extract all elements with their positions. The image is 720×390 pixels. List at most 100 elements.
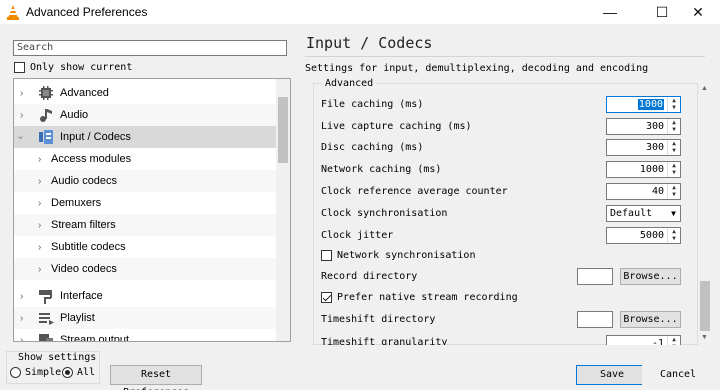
record-browse-button[interactable]: Browse... bbox=[620, 268, 681, 285]
tree-item-subtitle-codecs[interactable]: › Subtitle codecs bbox=[14, 236, 278, 258]
dropdown-arrow-icon[interactable]: ▼ bbox=[671, 206, 676, 221]
tree-item-interface[interactable]: › Interface bbox=[14, 285, 278, 307]
scroll-up-icon[interactable]: ▲ bbox=[701, 85, 708, 92]
chevron-right-icon[interactable]: › bbox=[38, 154, 41, 165]
spinbox-value[interactable]: 300 bbox=[646, 121, 664, 132]
spinbox-value[interactable]: 1000 bbox=[637, 99, 664, 110]
simple-radio[interactable]: Simple bbox=[10, 367, 61, 378]
tree-item-playlist[interactable]: › Playlist bbox=[14, 307, 278, 329]
chevron-right-icon[interactable]: › bbox=[38, 198, 41, 209]
tree-item-advanced[interactable]: › Advanced bbox=[14, 82, 278, 104]
chevron-right-icon[interactable]: › bbox=[20, 313, 23, 324]
scrollbar-thumb[interactable] bbox=[278, 97, 288, 163]
radio-circle[interactable] bbox=[62, 367, 73, 378]
tree-item-audio[interactable]: › Audio bbox=[14, 104, 278, 126]
network-caching-label: Network caching (ms) bbox=[321, 164, 442, 175]
category-tree[interactable]: › Advanced › Audio › Input / Codecs › Ac… bbox=[13, 78, 291, 342]
tree-item-label: Interface bbox=[60, 290, 103, 302]
options-scrollbar[interactable]: ▲ ▼ bbox=[698, 83, 712, 345]
tree-item-audio-codecs[interactable]: › Audio codecs bbox=[14, 170, 278, 192]
scroll-down-icon[interactable]: ▼ bbox=[701, 334, 708, 341]
section-subtitle: Settings for input, demultiplexing, deco… bbox=[305, 63, 649, 74]
tree-item-demuxers[interactable]: › Demuxers bbox=[14, 192, 278, 214]
tree-item-access-modules[interactable]: › Access modules bbox=[14, 148, 278, 170]
chevron-down-icon[interactable]: › bbox=[15, 135, 26, 138]
spin-arrows-icon[interactable]: ▲▼ bbox=[667, 162, 680, 177]
clipped-row-container: Timeshift granularity -1 ▲▼ bbox=[313, 332, 698, 345]
spinbox-value[interactable]: 1000 bbox=[640, 164, 664, 175]
spinbox-value[interactable]: -1 bbox=[652, 338, 664, 345]
reset-preferences-button[interactable]: Reset Preferences bbox=[110, 365, 202, 390]
prefer-native-checkbox[interactable]: Prefer native stream recording bbox=[321, 292, 518, 303]
close-button[interactable]: ✕ bbox=[676, 0, 720, 24]
checkbox-box[interactable] bbox=[14, 62, 25, 73]
group-label: Advanced bbox=[322, 78, 377, 89]
clock-ref-avg-spinbox[interactable]: 40 ▲ ▼ bbox=[606, 183, 681, 200]
chevron-right-icon[interactable]: › bbox=[38, 220, 41, 231]
disc-caching-spinbox[interactable]: 300 ▲ ▼ bbox=[606, 139, 681, 156]
radio-circle[interactable] bbox=[10, 367, 21, 378]
timeshift-directory-input[interactable] bbox=[577, 311, 613, 328]
select-value[interactable]: Default bbox=[610, 208, 652, 219]
live-capture-caching-spinbox[interactable]: 300 ▲ ▼ bbox=[606, 118, 681, 135]
record-directory-input[interactable] bbox=[577, 268, 613, 285]
minimize-button[interactable]: — bbox=[588, 0, 632, 24]
network-sync-label: Network synchronisation bbox=[337, 250, 476, 261]
clock-jitter-spinbox[interactable]: 5000 ▲ ▼ bbox=[606, 227, 681, 244]
spin-arrows-icon[interactable]: ▲▼ bbox=[667, 119, 680, 134]
paint-roller-icon bbox=[39, 290, 52, 304]
section-title: Input / Codecs bbox=[306, 34, 433, 52]
clock-sync-select[interactable]: Default ▼ bbox=[606, 205, 681, 222]
scrollbar-thumb[interactable] bbox=[700, 281, 710, 331]
all-radio[interactable]: All bbox=[62, 367, 95, 378]
chevron-right-icon[interactable]: › bbox=[38, 242, 41, 253]
network-sync-checkbox[interactable]: Network synchronisation bbox=[321, 250, 475, 261]
chevron-right-icon[interactable]: › bbox=[20, 88, 23, 99]
only-show-current-checkbox[interactable]: Only show current bbox=[14, 62, 132, 73]
chip-icon bbox=[39, 86, 53, 100]
spin-arrows-icon[interactable]: ▲▼ bbox=[667, 184, 680, 199]
spinbox-value[interactable]: 40 bbox=[652, 186, 664, 197]
tree-item-stream-output[interactable]: › Stream output bbox=[14, 329, 278, 342]
timeshift-browse-button[interactable]: Browse... bbox=[620, 311, 681, 328]
music-note-icon bbox=[40, 109, 52, 122]
prefer-native-label: Prefer native stream recording bbox=[337, 292, 518, 303]
spin-arrows-icon[interactable]: ▲▼ bbox=[667, 140, 680, 155]
tree-item-input-codecs[interactable]: › Input / Codecs bbox=[14, 126, 278, 148]
chevron-right-icon[interactable]: › bbox=[20, 335, 23, 342]
timeshift-granularity-spinbox[interactable]: -1 ▲▼ bbox=[606, 335, 681, 345]
record-directory-label: Record directory bbox=[321, 271, 418, 282]
window-title: Advanced Preferences bbox=[26, 5, 148, 19]
spinbox-value[interactable]: 5000 bbox=[640, 230, 664, 241]
spin-arrows-icon[interactable]: ▲▼ bbox=[667, 97, 680, 112]
codec-icon bbox=[39, 130, 53, 144]
vlc-cone-icon bbox=[7, 5, 19, 20]
checkbox-box[interactable] bbox=[321, 292, 332, 303]
tree-item-stream-filters[interactable]: › Stream filters bbox=[14, 214, 278, 236]
save-button[interactable]: Save bbox=[576, 365, 648, 385]
file-caching-spinbox[interactable]: 1000 ▲ ▼ bbox=[606, 96, 681, 113]
simple-label: Simple bbox=[25, 367, 62, 378]
tree-item-label: Demuxers bbox=[51, 197, 102, 209]
spin-arrows-icon[interactable]: ▲▼ bbox=[667, 228, 680, 243]
cancel-button[interactable]: Cancel bbox=[642, 365, 714, 385]
all-label: All bbox=[77, 367, 96, 378]
tree-item-video-codecs[interactable]: › Video codecs bbox=[14, 258, 278, 280]
spinbox-value[interactable]: 300 bbox=[646, 142, 664, 153]
chevron-right-icon[interactable]: › bbox=[20, 110, 23, 121]
divider bbox=[305, 56, 705, 57]
timeshift-granularity-label: Timeshift granularity bbox=[321, 337, 448, 345]
network-caching-spinbox[interactable]: 1000 ▲ ▼ bbox=[606, 161, 681, 178]
chevron-right-icon[interactable]: › bbox=[38, 176, 41, 187]
file-caching-label: File caching (ms) bbox=[321, 99, 424, 110]
spin-arrows-icon[interactable]: ▲▼ bbox=[667, 336, 680, 345]
chevron-right-icon[interactable]: › bbox=[38, 264, 41, 275]
tree-scrollbar[interactable] bbox=[276, 79, 290, 341]
tree-item-label: Playlist bbox=[60, 312, 95, 324]
search-input[interactable]: Search bbox=[13, 40, 287, 56]
chevron-right-icon[interactable]: › bbox=[20, 291, 23, 302]
disc-caching-label: Disc caching (ms) bbox=[321, 142, 424, 153]
checkbox-box[interactable] bbox=[321, 250, 332, 261]
tree-item-label: Stream filters bbox=[51, 219, 116, 231]
clock-sync-label: Clock synchronisation bbox=[321, 208, 448, 219]
